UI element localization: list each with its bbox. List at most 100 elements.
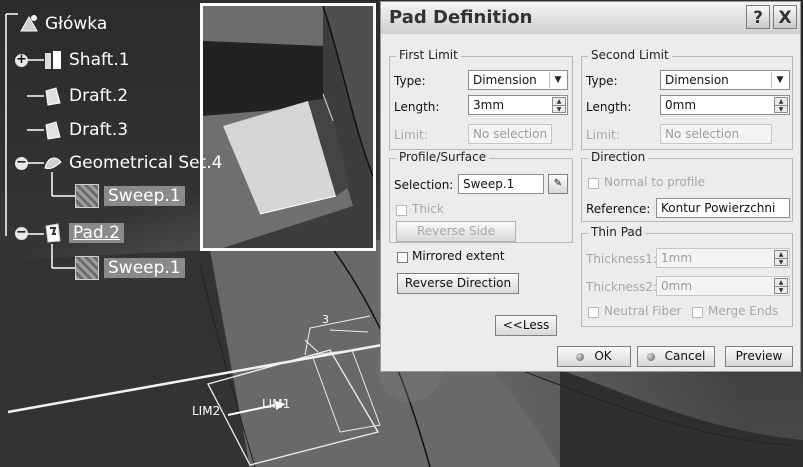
input-value: 1mm [661,251,693,265]
preview-button[interactable]: Preview [725,346,793,367]
group-label: First Limit [396,48,461,62]
tree-item-sweep-1[interactable]: Sweep.1 [75,183,185,209]
chevron-down-icon[interactable]: ▼ [771,72,788,88]
dialog-title: Pad Definition [389,7,533,28]
normal-to-profile-checkbox[interactable] [588,178,599,189]
first-type-select[interactable]: Dimension ▼ [468,70,568,90]
reverse-side-button[interactable]: Reverse Side [396,221,516,242]
profile-selection-input[interactable]: Sweep.1 [458,174,544,194]
cancel-button[interactable]: Cancel [637,346,715,367]
neutral-fiber-label: Neutral Fiber [604,304,682,318]
neutral-fiber-checkbox[interactable] [588,307,599,318]
group-label: Profile/Surface [396,150,490,164]
normal-to-profile-label: Normal to profile [604,175,705,189]
select-value: Dimension [473,73,537,87]
dimension-label-3: 3 [322,313,329,326]
tree-item-draft3[interactable]: Draft.3 [42,117,128,143]
tree-item-label: Sweep.1 [104,258,185,278]
first-length-input[interactable]: 3mm ▲ ▼ [468,95,568,115]
first-limit-input[interactable]: No selection [468,124,552,144]
thick-checkbox[interactable] [396,205,407,216]
selection-label: Selection: [394,178,454,192]
type-label: Type: [394,74,426,88]
tree-item-label: Pad.2 [69,223,124,243]
tree-item-geometrical-set[interactable]: − Geometrical Set.4 [15,150,223,176]
cancel-label: Cancel [664,349,706,363]
thick-label: Thick [412,202,444,216]
tree-item-sweep-1b[interactable]: Sweep.1 [75,255,185,281]
length-label: Length: [586,100,632,114]
spinner-icon[interactable]: ▲ ▼ [774,97,788,113]
help-button[interactable]: ? [746,5,770,29]
lim2-label: LIM2 [192,404,221,418]
pad-definition-dialog: Pad Definition ? X First Limit Type: Dim… [380,1,801,372]
group-label: Second Limit [588,48,672,62]
ok-dot-icon [576,353,585,361]
mirrored-extent-label: Mirrored extent [412,249,505,263]
first-limit-group: First Limit Type: Dimension ▼ Length: 3m… [389,48,573,150]
tree-item-label: Geometrical Set.4 [69,153,223,173]
input-value: 0mm [661,279,693,293]
mirrored-extent-checkbox[interactable] [397,252,408,263]
ok-label: OK [594,349,612,363]
ok-button[interactable]: OK [557,346,631,367]
chevron-down-icon[interactable]: ▼ [549,72,566,88]
thickness1-input[interactable]: 1mm ▲ ▼ [656,248,790,268]
limit-label: Limit: [394,128,428,142]
reference-label: Reference: [586,202,651,216]
dialog-titlebar[interactable]: Pad Definition ? X [381,2,800,34]
second-limit-input[interactable]: No selection [660,124,772,144]
tree-item-label: Draft.2 [69,86,129,106]
direction-group: Direction Normal to profile Reference: K… [581,150,793,222]
second-length-input[interactable]: 0mm ▲ ▼ [660,95,790,115]
reverse-direction-button[interactable]: Reverse Direction [397,273,519,294]
tree-item-label: Sweep.1 [104,186,185,206]
length-label: Length: [394,100,440,114]
lim1-label: LIM1 [262,397,291,411]
tree-item-label: Shaft.1 [69,50,130,70]
tree-root-glowka[interactable]: Główka [18,11,107,37]
tree-item-label: Draft.3 [69,120,129,140]
cancel-dot-icon [646,353,655,361]
draft-icon [42,119,64,141]
tree-root-label: Główka [45,14,108,34]
tree-item-shaft[interactable]: + Shaft.1 [15,47,130,73]
thickness1-label: Thickness1: [586,252,657,266]
spinner-icon[interactable]: ▲ ▼ [774,250,788,266]
thickness2-label: Thickness2: [586,280,657,294]
thin-pad-group: Thin Pad Thickness1: 1mm ▲ ▼ Thickness2: … [581,225,793,327]
second-type-select[interactable]: Dimension ▼ [660,70,790,90]
geometrical-set-icon [42,152,64,174]
limit-label: Limit: [586,128,620,142]
collapse-minus-icon[interactable]: − [15,156,28,170]
part-body-icon [18,13,40,35]
shaft-icon [42,49,64,71]
select-value: Dimension [665,73,729,87]
zoom-inset [200,3,376,251]
draft-icon [42,85,64,107]
merge-ends-checkbox[interactable] [692,307,703,318]
pad-icon [42,222,64,244]
group-label: Direction [588,150,649,164]
tree-item-pad2[interactable]: − Pad.2 [15,220,124,246]
group-label: Thin Pad [588,225,646,239]
spinner-icon[interactable]: ▲ ▼ [552,97,566,113]
expand-plus-icon[interactable]: + [15,53,28,67]
input-value: 3mm [473,98,505,112]
tree-item-draft2[interactable]: Draft.2 [42,83,128,109]
input-value: 0mm [665,98,697,112]
spinner-icon[interactable]: ▲ ▼ [774,278,788,294]
sketcher-icon[interactable]: ✎ [548,174,568,194]
inset-geometry [203,6,373,248]
profile-surface-group: Profile/Surface Selection: Sweep.1 ✎ Thi… [389,150,573,243]
reference-input[interactable]: Kontur Powierzchni [656,198,790,218]
type-label: Type: [586,74,618,88]
collapse-minus-icon[interactable]: − [15,226,28,240]
less-button[interactable]: <<Less [495,315,557,336]
merge-ends-label: Merge Ends [708,304,779,318]
second-limit-group: Second Limit Type: Dimension ▼ Length: 0… [581,48,793,150]
sweep-icon [75,184,99,208]
thickness2-input[interactable]: 0mm ▲ ▼ [656,276,790,296]
sweep-icon [75,256,99,280]
close-button[interactable]: X [773,5,797,29]
